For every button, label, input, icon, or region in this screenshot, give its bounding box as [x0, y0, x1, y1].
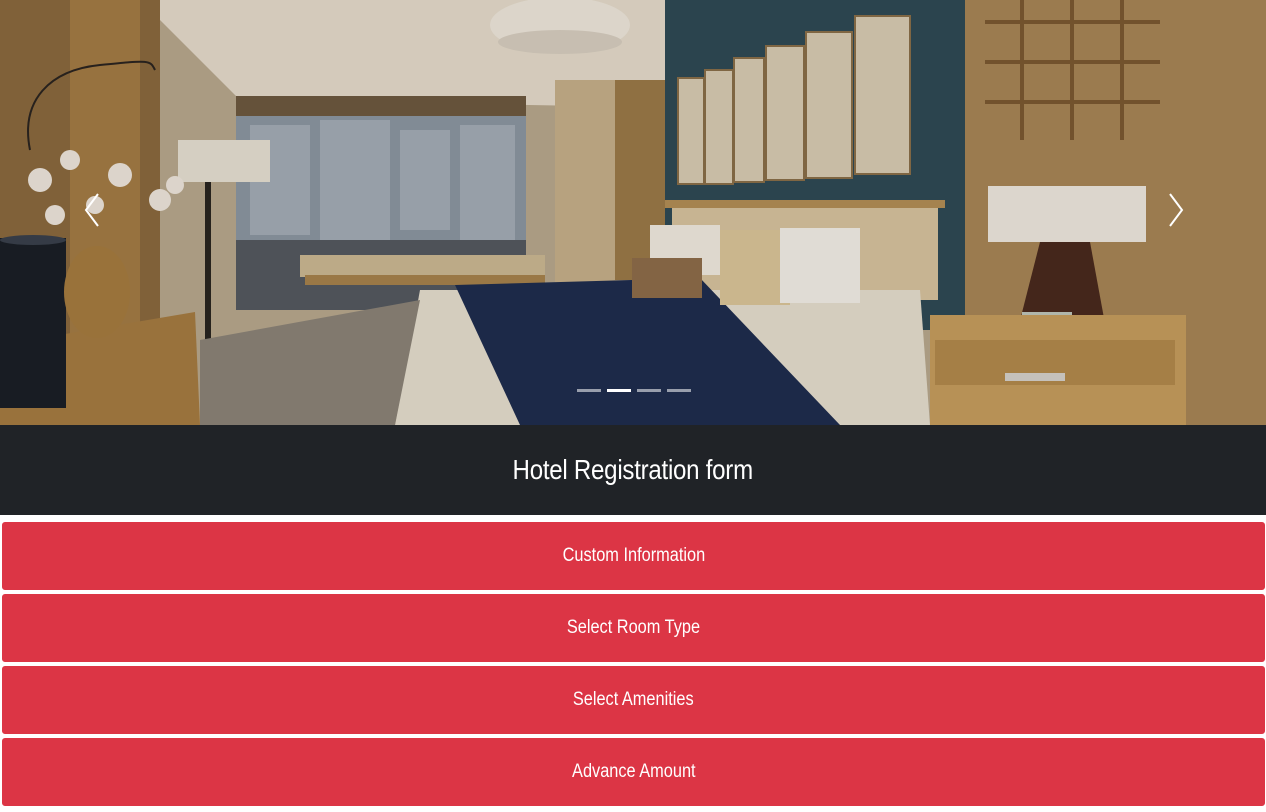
image-carousel: [0, 0, 1266, 425]
page: Hotel Registration form Custom Informati…: [0, 0, 1266, 812]
carousel-indicator-1[interactable]: [577, 389, 601, 392]
page-title: Hotel Registration form: [512, 454, 754, 485]
carousel-next-button[interactable]: [1156, 180, 1196, 240]
chevron-right-icon: [1169, 193, 1184, 227]
custom-information-button[interactable]: Custom Information: [1, 521, 1266, 591]
section-label: Custom Information: [562, 545, 705, 566]
carousel-indicator-2[interactable]: [607, 389, 631, 392]
carousel-indicator-3[interactable]: [637, 389, 661, 392]
carousel-prev-button[interactable]: [72, 180, 112, 240]
section-label: Select Room Type: [566, 617, 701, 638]
section-label: Advance Amount: [571, 761, 696, 782]
hotel-bedroom-image: [0, 0, 1266, 425]
select-room-type-button[interactable]: Select Room Type: [1, 593, 1266, 663]
section-label: Select Amenities: [573, 689, 694, 710]
carousel-indicator-4[interactable]: [667, 389, 691, 392]
carousel-indicators: [577, 389, 691, 392]
select-amenities-button[interactable]: Select Amenities: [1, 665, 1266, 735]
form-sections: Custom Information Select Room Type Sele…: [1, 521, 1266, 809]
chevron-left-icon: [84, 193, 99, 227]
advance-amount-button[interactable]: Advance Amount: [1, 737, 1266, 807]
page-header: Hotel Registration form: [0, 425, 1266, 515]
